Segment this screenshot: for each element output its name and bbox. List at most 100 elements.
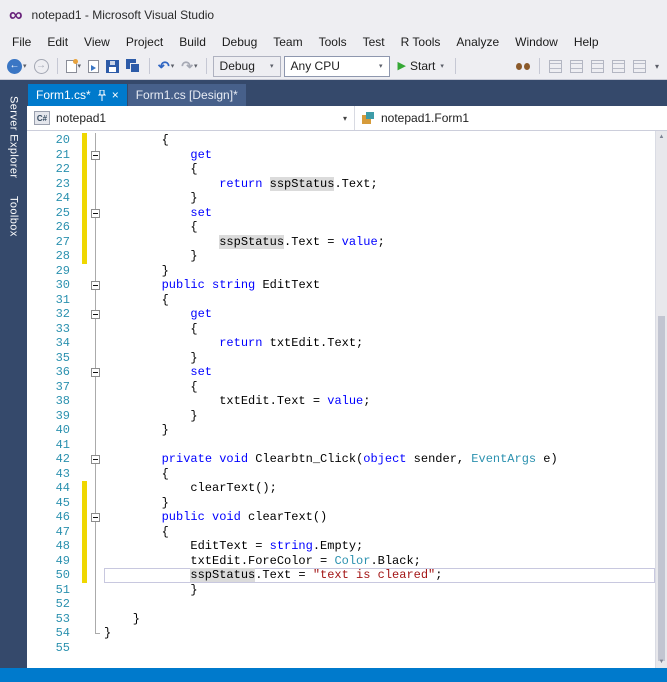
code-line[interactable]: 43 {: [27, 466, 655, 482]
code-line-text: }: [190, 408, 198, 423]
chevron-down-icon: ▾: [170, 63, 175, 70]
menu-help[interactable]: Help: [566, 32, 607, 52]
scrollbar-thumb[interactable]: [658, 316, 665, 661]
type-dropdown[interactable]: notepad1.Form1: [355, 106, 667, 130]
code-line[interactable]: 21 get: [27, 147, 655, 162]
code-line[interactable]: 45}: [27, 495, 655, 510]
comment-button[interactable]: [547, 58, 564, 75]
line-number: 41: [55, 437, 70, 452]
fold-collapse-toggle[interactable]: [91, 208, 100, 218]
menu-view[interactable]: View: [76, 32, 118, 52]
uncomment-button[interactable]: [568, 58, 585, 75]
increase-indent-button[interactable]: [610, 58, 627, 75]
fold-collapse-toggle[interactable]: [91, 310, 100, 319]
save-button[interactable]: [104, 58, 121, 75]
code-line[interactable]: 55: [27, 641, 655, 656]
code-line[interactable]: 42 private void Clearbtn_Click(object sen…: [27, 452, 655, 467]
code-line[interactable]: 49 txtEdit.ForeColor = Color.Black;: [27, 553, 655, 568]
code-line[interactable]: 37 {: [27, 379, 655, 395]
code-line[interactable]: 33 {: [27, 321, 655, 337]
fold-collapse-toggle[interactable]: [91, 150, 100, 160]
menu-analyze[interactable]: Analyze: [448, 32, 507, 52]
code-line[interactable]: 32 get: [27, 307, 655, 322]
fold-collapse-toggle[interactable]: [91, 513, 100, 522]
navigate-backward-button[interactable]: ← ▾: [5, 57, 29, 76]
menu-edit[interactable]: Edit: [39, 32, 76, 52]
decrease-indent-button[interactable]: [589, 58, 606, 75]
menu-build[interactable]: Build: [171, 32, 214, 52]
code-line[interactable]: 20 {: [27, 133, 655, 148]
start-debugging-button[interactable]: ▶ Start ▾: [393, 57, 449, 75]
menu-tools[interactable]: Tools: [311, 32, 355, 52]
code-line[interactable]: 47 {: [27, 524, 655, 539]
fold-collapse-toggle[interactable]: [91, 368, 100, 377]
code-line[interactable]: 28}: [27, 249, 655, 264]
code-line[interactable]: 51}: [27, 582, 655, 598]
code-line[interactable]: 40}: [27, 423, 655, 438]
code-line[interactable]: 31 {: [27, 292, 655, 308]
undo-button[interactable]: ↶ ▾: [156, 57, 176, 75]
open-file-button[interactable]: [86, 58, 101, 75]
side-tab-server-explorer[interactable]: Server Explorer: [8, 87, 20, 187]
code-line-text: {: [161, 524, 169, 539]
code-line[interactable]: 30 public string EditText: [27, 278, 655, 293]
chevron-down-icon: ▾: [194, 63, 198, 70]
change-tracking-bar: [82, 467, 87, 482]
pin-icon[interactable]: [97, 89, 106, 101]
solution-platform-dropdown[interactable]: Any CPU ▾: [283, 55, 390, 77]
side-tab-toolbox[interactable]: Toolbox: [8, 187, 20, 246]
code-line[interactable]: 50 sspStatus.Text = "text is cleared";: [27, 568, 655, 583]
menu-file[interactable]: File: [4, 32, 39, 52]
code-line[interactable]: 46 public void clearText(): [27, 510, 655, 525]
code-line[interactable]: 36 set: [27, 365, 655, 380]
change-tracking-bar: [82, 539, 87, 554]
new-file-button[interactable]: ▾: [64, 58, 84, 75]
toolbar-overflow-button[interactable]: ▾: [652, 62, 662, 71]
code-line[interactable]: 48 EditText = string.Empty;: [27, 539, 655, 554]
fold-margin: [88, 321, 104, 337]
fold-margin: [88, 176, 104, 192]
menu-team[interactable]: Team: [265, 32, 310, 52]
redo-button[interactable]: ↷ ▾: [179, 57, 199, 75]
code-line[interactable]: 24}: [27, 191, 655, 206]
code-line[interactable]: 26 {: [27, 220, 655, 235]
code-line[interactable]: 27 sspStatus.Text = value;: [27, 234, 655, 249]
fold-collapse-toggle[interactable]: [91, 455, 100, 464]
code-editor[interactable]: 20{21 get 22{23 return sspStatus.Text; 24} 25…: [27, 131, 655, 668]
open-file-icon: [88, 59, 100, 73]
solution-configuration-dropdown[interactable]: Debug ▾: [212, 55, 281, 77]
menu-r-tools[interactable]: R Tools: [393, 32, 449, 52]
fold-margin: [88, 365, 104, 380]
code-line[interactable]: 35}: [27, 350, 655, 366]
code-line[interactable]: 34 return txtEdit.Text;: [27, 336, 655, 351]
scroll-down-arrow-icon[interactable]: ▼: [656, 659, 667, 665]
bookmark-button[interactable]: [631, 58, 648, 75]
fold-collapse-toggle[interactable]: [91, 281, 100, 290]
save-all-button[interactable]: [124, 57, 143, 75]
line-number: 30: [55, 278, 70, 292]
menu-test[interactable]: Test: [355, 32, 393, 52]
navigate-forward-button[interactable]: →: [32, 57, 51, 76]
close-icon[interactable]: ×: [112, 89, 119, 101]
editor-vertical-scrollbar[interactable]: ▲ ▼: [655, 131, 667, 668]
project-dropdown[interactable]: C# notepad1 ▾: [27, 106, 355, 130]
menu-debug[interactable]: Debug: [214, 32, 265, 52]
code-line[interactable]: 44 clearText();: [27, 481, 655, 496]
code-line[interactable]: 25 set: [27, 205, 655, 220]
code-line[interactable]: 53}: [27, 611, 655, 627]
menu-window[interactable]: Window: [507, 32, 566, 52]
code-line[interactable]: 23 return sspStatus.Text;: [27, 176, 655, 192]
code-line[interactable]: 22 {: [27, 162, 655, 177]
code-line[interactable]: 54}: [27, 626, 655, 641]
code-line[interactable]: 52: [27, 597, 655, 612]
menu-project[interactable]: Project: [118, 32, 171, 52]
tab-form1-cs-design[interactable]: Form1.cs [Design]*: [127, 84, 246, 106]
class-icon: [362, 111, 375, 125]
code-line[interactable]: 29}: [27, 263, 655, 279]
code-line[interactable]: 39}: [27, 408, 655, 424]
code-line[interactable]: 38 txtEdit.Text = value;: [27, 394, 655, 409]
find-in-files-button[interactable]: [514, 60, 532, 73]
scroll-up-arrow-icon[interactable]: ▲: [656, 134, 667, 140]
code-line[interactable]: 41: [27, 437, 655, 453]
tab-form1-cs[interactable]: Form1.cs* ×: [28, 84, 127, 106]
